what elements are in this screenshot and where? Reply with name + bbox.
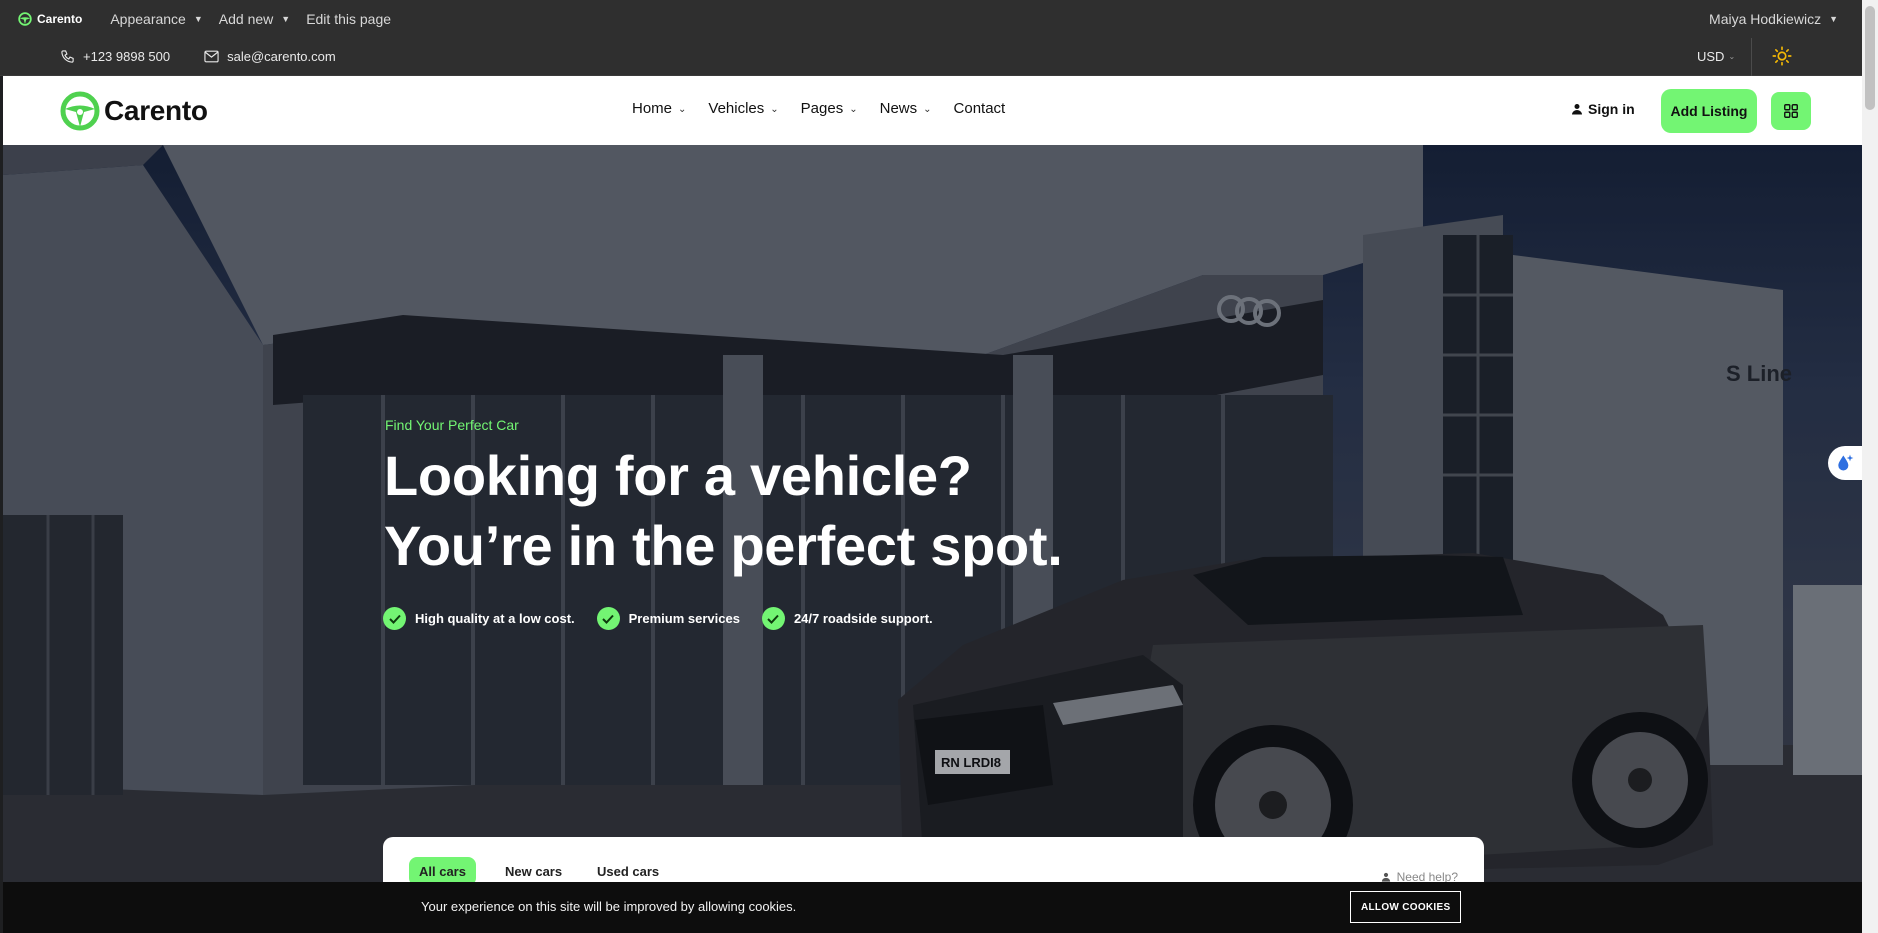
nav-item-pages[interactable]: Pages ⌄ — [801, 100, 858, 117]
admin-user-name: Maiya Hodkiewicz — [1709, 11, 1822, 27]
feature-label: 24/7 roadside support. — [793, 611, 933, 626]
tab-new-cars[interactable]: New cars — [505, 864, 562, 879]
sign-in-link[interactable]: Sign in — [1571, 101, 1635, 117]
admin-site-link[interactable]: Carento — [18, 12, 82, 26]
page-scrollbar[interactable] — [1862, 0, 1878, 933]
feature-item: High quality at a low cost. — [383, 607, 575, 630]
feature-label: Premium services — [628, 611, 740, 626]
caret-down-icon: ▼ — [1829, 14, 1838, 24]
admin-site-name: Carento — [37, 12, 83, 26]
email-link[interactable]: sale@carento.com — [204, 49, 336, 64]
chevron-down-icon: ⌄ — [849, 104, 858, 115]
steering-wheel-icon — [18, 12, 32, 26]
nav-label: Home — [632, 100, 673, 117]
admin-bar: Carento Appearance ▼ Add new ▼ Edit this… — [0, 0, 1862, 38]
site-logo[interactable]: Carento — [60, 91, 208, 131]
accessibility-button[interactable] — [1828, 446, 1862, 480]
nav-label: News — [879, 100, 918, 117]
nav-label: Contact — [953, 100, 1006, 117]
nav-label: Vehicles — [708, 100, 765, 117]
nav-item-contact[interactable]: Contact — [954, 100, 1006, 117]
main-nav: Home ⌄ Vehicles ⌄ Pages ⌄ News ⌄ Contact — [632, 100, 1005, 117]
phone-icon — [61, 50, 74, 63]
currency-label: USD — [1697, 49, 1725, 64]
allow-cookies-button[interactable]: ALLOW COOKIES — [1350, 891, 1462, 923]
cookie-banner: Your experience on this site will be imp… — [3, 882, 1862, 933]
admin-menu-label: Add new — [218, 11, 274, 27]
admin-menu-label: Appearance — [110, 11, 186, 27]
check-icon — [383, 607, 406, 630]
mail-icon — [204, 50, 219, 63]
feature-item: Premium services — [596, 607, 740, 630]
hero-eyebrow: Find Your Perfect Car — [385, 417, 519, 433]
check-icon — [596, 607, 620, 630]
sun-icon — [1772, 46, 1792, 66]
site-header: Carento Home ⌄ Vehicles ⌄ Pages ⌄ News ⌄… — [3, 76, 1862, 145]
chevron-down-icon: ⌄ — [678, 104, 687, 115]
droplet-sparkle-icon — [1838, 454, 1854, 471]
theme-toggle[interactable] — [1772, 46, 1792, 69]
phone-number: +123 9898 500 — [83, 49, 171, 64]
logo-text: Carento — [104, 95, 208, 126]
cookie-message: Your experience on this site will be imp… — [421, 899, 797, 914]
nav-label: Pages — [800, 100, 844, 117]
nav-item-news[interactable]: News ⌄ — [880, 100, 932, 117]
grid-icon — [1784, 104, 1798, 118]
user-icon — [1572, 104, 1582, 115]
admin-menu-appearance[interactable]: Appearance ▼ — [110, 11, 202, 27]
add-listing-button[interactable]: Add Listing — [1661, 89, 1757, 133]
steering-wheel-icon — [60, 91, 100, 131]
admin-menu-add-new[interactable]: Add new ▼ — [219, 11, 290, 27]
hero-headline: Looking for a vehicle? You’re in the per… — [384, 441, 1063, 581]
currency-selector[interactable]: USD ⌄ — [1697, 49, 1735, 64]
admin-user-menu[interactable]: Maiya Hodkiewicz ▼ — [1709, 11, 1838, 27]
divider — [1751, 38, 1752, 76]
check-icon — [761, 607, 785, 630]
nav-item-vehicles[interactable]: Vehicles ⌄ — [708, 100, 778, 117]
chevron-down-icon: ⌄ — [770, 104, 779, 115]
admin-menu-edit-page[interactable]: Edit this page — [306, 11, 391, 27]
chevron-down-icon: ⌄ — [1728, 52, 1736, 61]
headline-line: Looking for a vehicle? — [384, 444, 972, 507]
caret-down-icon: ▼ — [281, 14, 291, 24]
scrollbar-thumb[interactable] — [1865, 6, 1875, 110]
email-address: sale@carento.com — [227, 49, 336, 64]
phone-link[interactable]: +123 9898 500 — [60, 49, 170, 64]
nav-item-home[interactable]: Home ⌄ — [632, 100, 686, 117]
feature-label: High quality at a low cost. — [415, 611, 575, 626]
headline-line: You’re in the perfect spot. — [384, 514, 1063, 577]
menu-grid-button[interactable] — [1771, 92, 1811, 130]
feature-list: High quality at a low cost. Premium serv… — [383, 607, 933, 630]
hero-section: S Line RN LRDI8 Find Your Perfect Car Lo… — [3, 145, 1862, 933]
contact-bar: +123 9898 500 sale@carento.com USD ⌄ — [0, 38, 1862, 76]
caret-down-icon: ▼ — [193, 14, 203, 24]
chevron-down-icon: ⌄ — [923, 104, 932, 115]
sign-in-label: Sign in — [1588, 101, 1635, 117]
tab-used-cars[interactable]: Used cars — [597, 864, 659, 879]
feature-item: 24/7 roadside support. — [761, 607, 933, 630]
admin-menu-label: Edit this page — [306, 11, 392, 27]
